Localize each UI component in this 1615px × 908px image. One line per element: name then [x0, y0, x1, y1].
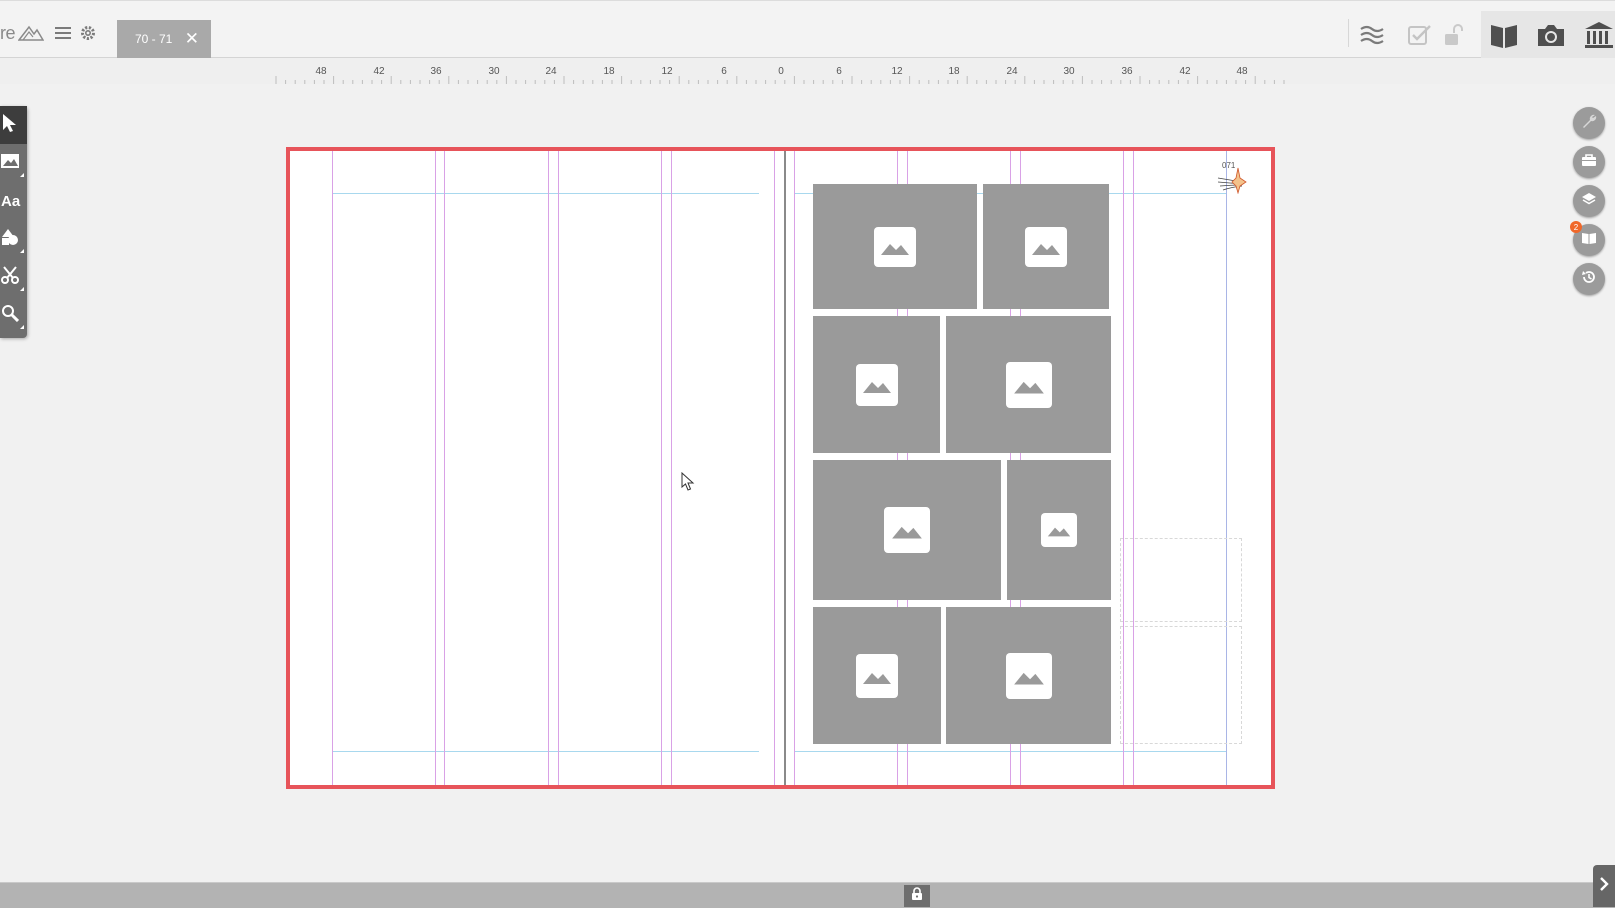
ruler-label: 42 — [373, 66, 385, 77]
column-guide — [794, 151, 795, 785]
ruler-label: 6 — [721, 66, 727, 77]
shapes-icon — [1, 228, 21, 251]
empty-frame[interactable] — [1120, 626, 1242, 744]
image-placeholder-frame[interactable] — [813, 460, 1001, 600]
ruler-label: 48 — [315, 66, 327, 77]
zoom-tool[interactable] — [0, 296, 27, 334]
shapes-tool[interactable] — [0, 220, 27, 258]
text-tool[interactable]: Aa — [0, 182, 27, 220]
ruler-label: 24 — [545, 66, 557, 77]
top-toolbar: re 70 - 71 ✕ — [0, 0, 1615, 59]
history-button[interactable] — [1573, 263, 1605, 295]
notification-badge: 2 — [1570, 221, 1582, 233]
lock-toggle-button[interactable] — [904, 885, 930, 907]
bottom-panel-bar — [0, 882, 1615, 908]
image-placeholder-frame[interactable] — [813, 607, 941, 744]
approve-checklist-icon[interactable] — [1406, 21, 1434, 49]
briefcase-icon — [1581, 153, 1597, 172]
image-placeholder-icon — [884, 507, 930, 553]
ruler-label: 18 — [948, 66, 960, 77]
tools-wrench-button[interactable] — [1573, 107, 1605, 139]
toolbar-divider — [1348, 19, 1349, 47]
layers-icon — [1581, 191, 1597, 212]
mouse-cursor-icon — [681, 471, 695, 497]
ruler-label: 48 — [1236, 66, 1248, 77]
library-building-icon[interactable] — [1583, 19, 1615, 51]
history-clock-icon — [1581, 269, 1597, 290]
image-placeholder-frame[interactable] — [946, 316, 1111, 453]
ruler-label: 12 — [891, 66, 903, 77]
tab-label: 70 - 71 — [135, 32, 173, 46]
expand-panel-button[interactable] — [1593, 865, 1615, 907]
image-placeholder-frame[interactable] — [946, 607, 1111, 744]
empty-frame[interactable] — [1120, 538, 1242, 622]
app-logo[interactable]: re — [0, 23, 16, 44]
spine-line — [784, 151, 786, 785]
ruler-label: 0 — [778, 66, 784, 77]
column-guide — [435, 151, 436, 785]
tab-spread-70-71[interactable]: 70 - 71 ✕ — [117, 20, 211, 58]
image-placeholder-frame[interactable] — [813, 184, 977, 309]
margin-guide — [332, 193, 759, 194]
image-tool[interactable] — [0, 144, 27, 182]
settings-gear-icon[interactable] — [79, 24, 97, 42]
image-placeholder-frame[interactable] — [983, 184, 1109, 309]
magnifier-icon — [1, 304, 20, 327]
layers-button[interactable] — [1573, 185, 1605, 217]
page-spread-70-71[interactable]: 071 — [286, 147, 1275, 789]
cut-tool[interactable] — [0, 258, 27, 296]
wrench-icon — [1581, 113, 1597, 134]
image-placeholder-icon — [856, 653, 898, 698]
tool-submenu-indicator — [20, 249, 24, 253]
column-guide — [558, 151, 559, 785]
column-guide — [661, 151, 662, 785]
pages-book-icon — [1581, 231, 1597, 250]
unlock-icon[interactable] — [1442, 21, 1466, 49]
column-guide — [444, 151, 445, 785]
tool-submenu-indicator — [20, 325, 24, 329]
scissors-icon — [1, 265, 19, 289]
ruler-label: 6 — [836, 66, 842, 77]
menu-icon[interactable] — [54, 24, 72, 42]
chevron-right-icon — [1599, 876, 1609, 897]
margin-guide — [332, 751, 759, 752]
tool-submenu-indicator — [20, 173, 24, 177]
ruler-label: 24 — [1006, 66, 1018, 77]
image-placeholder-icon — [1025, 226, 1067, 267]
ruler-label: 36 — [430, 66, 442, 77]
column-guide — [671, 151, 672, 785]
book-icon[interactable] — [1488, 19, 1520, 51]
tools-palette: Aa — [0, 106, 27, 338]
ruler-ticks — [275, 76, 1285, 84]
ruler-label: 42 — [1179, 66, 1191, 77]
image-placeholder-frame[interactable] — [1007, 460, 1111, 600]
logo-mark-icon — [17, 23, 45, 48]
horizontal-ruler: 48 42 36 30 24 18 12 6 0 6 12 18 24 30 3… — [0, 58, 1615, 84]
tab-close-icon[interactable]: ✕ — [185, 29, 199, 49]
text-aa-icon: Aa — [1, 192, 21, 210]
column-guide — [332, 151, 333, 785]
ruler-label: 30 — [1063, 66, 1075, 77]
ruler-label: 30 — [488, 66, 500, 77]
ruler-label: 18 — [603, 66, 615, 77]
lock-icon — [911, 886, 923, 906]
briefcase-button[interactable] — [1573, 146, 1605, 178]
image-icon — [1, 153, 19, 174]
column-guide — [548, 151, 549, 785]
camera-icon[interactable] — [1535, 19, 1567, 51]
image-placeholder-icon — [1005, 652, 1052, 699]
page-marker-icon[interactable] — [1216, 166, 1248, 199]
pointer-arrow-icon — [1, 113, 21, 138]
image-placeholder-icon — [874, 226, 916, 267]
image-placeholder-icon — [1041, 513, 1077, 547]
image-placeholder-frame[interactable] — [813, 316, 940, 453]
waves-icon[interactable] — [1358, 21, 1386, 49]
image-placeholder-icon — [855, 363, 898, 406]
tool-submenu-indicator — [20, 287, 24, 291]
image-placeholder-icon — [1005, 361, 1052, 408]
select-tool[interactable] — [0, 106, 27, 144]
ruler-label: 12 — [661, 66, 673, 77]
column-guide — [774, 151, 775, 785]
ruler-label: 36 — [1121, 66, 1133, 77]
